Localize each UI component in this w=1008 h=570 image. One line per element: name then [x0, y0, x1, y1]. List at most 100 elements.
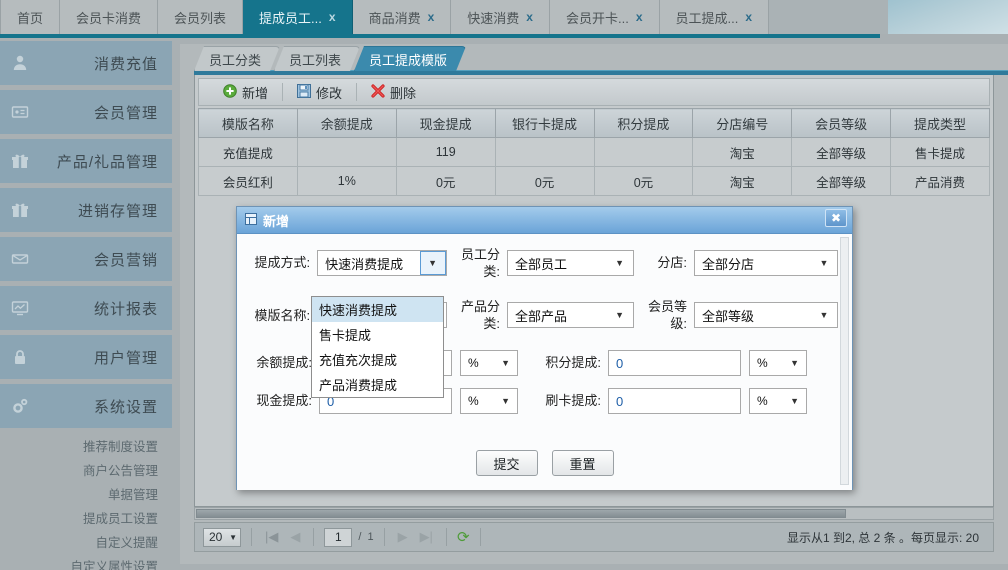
prev-page-button[interactable]: ◀ — [287, 529, 303, 545]
sidebar-subitem-4[interactable]: 自定义提醒 — [0, 529, 172, 553]
user-icon — [10, 53, 30, 73]
tabbar-background-image — [888, 0, 1008, 34]
close-icon[interactable]: ✖ — [825, 209, 847, 227]
last-page-button[interactable]: ▶| — [417, 529, 436, 545]
card-commission-input[interactable]: 0 — [608, 388, 741, 414]
chevron-down-icon[interactable]: ▼ — [790, 358, 806, 368]
points-commission-input[interactable]: 0 — [608, 350, 741, 376]
card-commission-unit-select[interactable]: % ▼ — [749, 388, 807, 414]
sidebar-item-0[interactable]: 消费充值 — [0, 41, 172, 85]
content-tab-0[interactable]: 员工分类 — [194, 46, 280, 71]
edit-button[interactable]: 修改 — [283, 79, 356, 105]
sidebar-item-1[interactable]: 会员管理 — [0, 90, 172, 134]
commission-method-select[interactable]: 快速消费提成 ▼ — [317, 250, 447, 276]
sidebar-item-7[interactable]: 系统设置 — [0, 384, 172, 428]
browser-tab-close-icon[interactable]: x — [745, 10, 752, 24]
next-page-button[interactable]: ▶ — [395, 529, 411, 545]
grid-column-header-2[interactable]: 现金提成 — [395, 108, 496, 138]
browser-tab-close-icon[interactable]: x — [329, 10, 336, 24]
browser-tab-1[interactable]: 会员卡消费 — [60, 0, 159, 34]
page-number-input[interactable]: 1 — [324, 527, 353, 547]
browser-tab-4[interactable]: 商品消费 x — [352, 0, 452, 34]
table-cell: 0元 — [593, 166, 694, 196]
dropdown-option-2[interactable]: 充值充次提成 — [312, 347, 443, 372]
pager-separator — [313, 528, 315, 546]
cash-commission-label: 现金提成: — [256, 393, 312, 408]
points-commission-unit-select[interactable]: % ▼ — [749, 350, 807, 376]
browser-tab-close-icon[interactable]: x — [526, 10, 533, 24]
content-tab-2[interactable]: 员工提成模版 — [354, 46, 466, 71]
sidebar-subitem-3[interactable]: 提成员工设置 — [0, 505, 172, 529]
content-tab-1[interactable]: 员工列表 — [274, 46, 360, 71]
branch-value: 全部分店 — [701, 256, 754, 272]
sidebar-item-label: 用户管理 — [93, 349, 158, 367]
sidebar-item-label: 会员营销 — [93, 251, 158, 269]
staff-category-select[interactable]: 全部员工 ▼ — [507, 250, 634, 276]
member-level-select[interactable]: 全部等级 ▼ — [693, 302, 839, 328]
browser-tab-5[interactable]: 快速消费 x — [451, 0, 550, 34]
dropdown-option-3[interactable]: 产品消费提成 — [312, 372, 443, 397]
sidebar-subitem-0[interactable]: 推荐制度设置 — [0, 433, 172, 457]
sidebar-subitem-1[interactable]: 商户公告管理 — [0, 457, 172, 481]
grid-column-header-7[interactable]: 提成类型 — [890, 108, 990, 138]
sidebar-subitem-2[interactable]: 单据管理 — [0, 481, 172, 505]
dropdown-option-1[interactable]: 售卡提成 — [312, 322, 443, 347]
chevron-down-icon[interactable]: ▼ — [501, 396, 517, 406]
chevron-down-icon[interactable]: ▼ — [419, 251, 446, 275]
sidebar-item-6[interactable]: 用户管理 — [0, 335, 172, 379]
chevron-down-icon[interactable]: ▼ — [790, 396, 806, 406]
page-size-select[interactable]: 20 ▼ — [203, 527, 241, 547]
sidebar-item-4[interactable]: 会员营销 — [0, 237, 172, 281]
sidebar-item-5[interactable]: 统计报表 — [0, 286, 172, 330]
submit-button[interactable]: 提交 — [475, 450, 538, 476]
dropdown-option-0[interactable]: 快速消费提成 — [312, 297, 443, 322]
gift-icon — [10, 200, 30, 220]
grid-column-header-4[interactable]: 积分提成 — [593, 108, 694, 138]
browser-tab-0[interactable]: 首页 — [0, 0, 61, 34]
tabbar-underline-filler — [0, 38, 1008, 41]
table-row[interactable]: 会员红利 1% 0元 0元 0元 淘宝 全部等级 产品消费 — [198, 166, 990, 196]
reset-button[interactable]: 重置 — [551, 450, 614, 476]
add-button[interactable]: 新增 — [209, 79, 282, 105]
chevron-down-icon[interactable]: ▼ — [811, 251, 837, 275]
refresh-icon[interactable]: ⟳ — [457, 528, 470, 546]
grid-column-header-1[interactable]: 余额提成 — [296, 108, 397, 138]
sidebar-subitem-5[interactable]: 自定义属性设置 — [0, 553, 172, 570]
table-row[interactable]: 充值提成 119 淘宝 全部等级 售卡提成 — [198, 137, 990, 167]
chevron-down-icon: ▼ — [229, 532, 237, 542]
envelope-icon — [10, 249, 30, 269]
dialog-scrollbar[interactable] — [840, 237, 849, 485]
horizontal-scrollbar[interactable] — [194, 507, 994, 520]
browser-tab-2[interactable]: 会员列表 — [158, 0, 244, 34]
branch-select[interactable]: 全部分店 ▼ — [693, 250, 839, 276]
application-window: 首页 会员卡消费 会员列表 提成员工... x 商品消费 x 快速消费 x 会员开卡... x 员工提… — [0, 0, 1008, 570]
table-cell — [593, 137, 694, 167]
id-card-icon — [10, 102, 30, 122]
grid-column-header-3[interactable]: 银行卡提成 — [494, 108, 595, 138]
browser-tab-7[interactable]: 员工提成... x — [659, 0, 770, 34]
grid-column-header-5[interactable]: 分店编号 — [692, 108, 793, 138]
browser-tab-close-icon[interactable]: x — [428, 10, 435, 24]
grid-column-header-6[interactable]: 会员等级 — [791, 108, 892, 138]
browser-tab-label: 快速消费 — [467, 10, 520, 26]
lock-icon — [10, 347, 30, 367]
chevron-down-icon[interactable]: ▼ — [811, 303, 837, 327]
chevron-down-icon[interactable]: ▼ — [607, 303, 633, 327]
first-page-button[interactable]: |◀ — [262, 529, 281, 545]
cash-commission-unit-select[interactable]: % ▼ — [460, 388, 518, 414]
sidebar-item-3[interactable]: 进销存管理 — [0, 188, 172, 232]
browser-tab-close-icon[interactable]: x — [636, 10, 643, 24]
sidebar-item-2[interactable]: 产品/礼品管理 — [0, 139, 172, 183]
scrollbar-thumb[interactable] — [196, 509, 846, 518]
grid-column-header-0[interactable]: 模版名称 — [198, 108, 298, 138]
gears-icon — [10, 396, 30, 416]
commission-method-dropdown-list[interactable]: 快速消费提成 售卡提成 充值充次提成 产品消费提成 — [311, 296, 444, 398]
browser-tab-6[interactable]: 会员开卡... x — [549, 0, 660, 34]
chevron-down-icon[interactable]: ▼ — [607, 251, 633, 275]
delete-button[interactable]: 删除 — [357, 79, 430, 105]
browser-tab-3[interactable]: 提成员工... x — [243, 0, 353, 34]
balance-commission-unit-select[interactable]: % ▼ — [460, 350, 518, 376]
product-category-select[interactable]: 全部产品 ▼ — [507, 302, 634, 328]
dialog-title-bar: 新增 ✖ — [237, 207, 852, 234]
chevron-down-icon[interactable]: ▼ — [501, 358, 517, 368]
